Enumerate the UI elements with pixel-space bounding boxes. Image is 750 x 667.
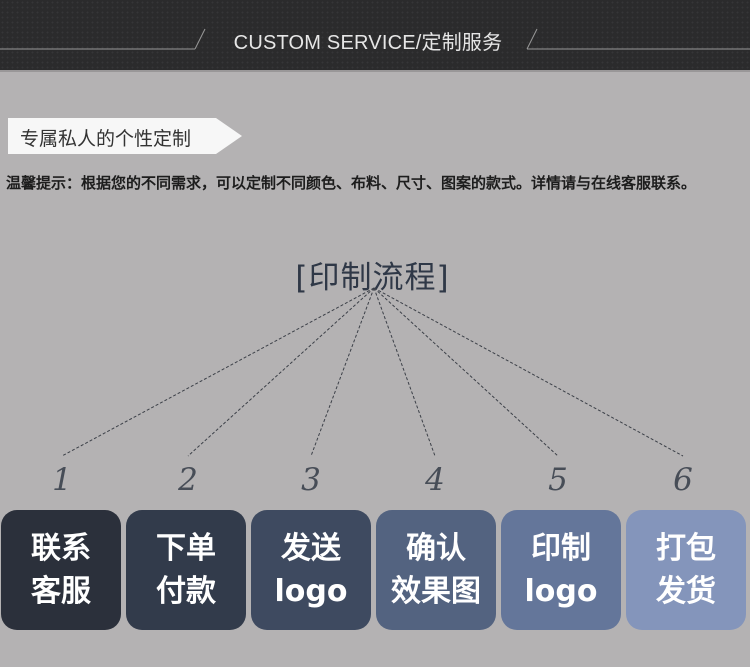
step-label-line2: logo: [274, 574, 348, 609]
step-number-6: 6: [673, 462, 693, 498]
step-label-line1: 打包: [656, 531, 716, 566]
connector-line-3: [310, 287, 375, 457]
step-card-order-payment: 下单 付款: [126, 510, 246, 630]
step-card-confirm-preview: 确认 效果图: [376, 510, 496, 630]
step-label-line1: 下单: [156, 531, 216, 566]
step-label-line2: 付款: [156, 574, 216, 609]
step-label-line2: logo: [524, 574, 598, 609]
step-number-5: 5: [548, 462, 568, 498]
step-card-pack-ship: 打包 发货: [626, 510, 746, 630]
step-label-line1: 印制: [531, 531, 591, 566]
step-number-2: 2: [178, 462, 198, 498]
step-label-line1: 联系: [31, 531, 91, 566]
connector-line-5: [373, 287, 559, 457]
step-label-line1: 发送: [281, 531, 341, 566]
connector-line-2: [187, 287, 375, 457]
step-label-line2: 效果图: [391, 574, 481, 609]
step-number-1: 1: [52, 462, 72, 498]
connector-line-1: [61, 287, 375, 457]
step-card-print-logo: 印制 logo: [501, 510, 621, 630]
step-label-line2: 客服: [31, 574, 91, 609]
step-label-line1: 确认: [406, 531, 466, 566]
step-card-contact-service: 联系 客服: [1, 510, 121, 630]
connector-line-6: [373, 287, 684, 457]
connector-line-4: [373, 287, 436, 457]
step-number-4: 4: [425, 462, 445, 498]
step-number-3: 3: [301, 462, 321, 498]
step-card-send-logo: 发送 logo: [251, 510, 371, 630]
step-label-line2: 发货: [656, 574, 716, 609]
